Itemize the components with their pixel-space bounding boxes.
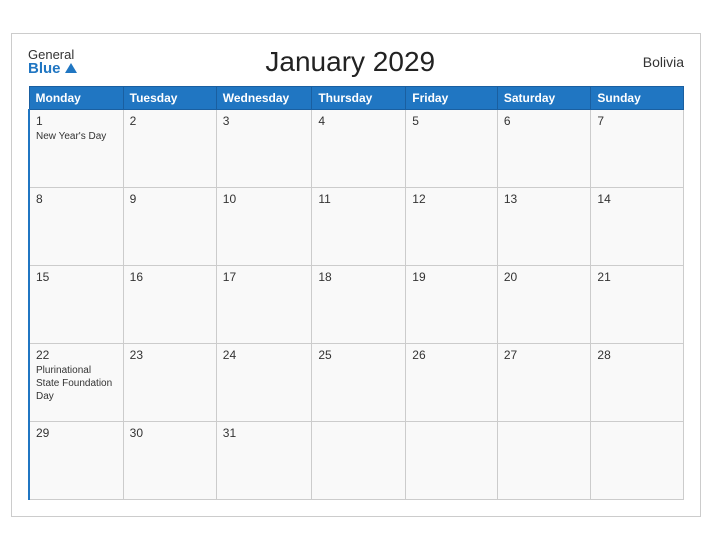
day-number: 9 bbox=[130, 192, 210, 206]
logo-triangle-icon bbox=[65, 63, 77, 73]
week-row-1: 1 New Year's Day 234567 bbox=[29, 110, 684, 188]
calendar-cell: 8 bbox=[29, 188, 123, 266]
logo: General Blue bbox=[28, 48, 77, 76]
calendar-cell: 18 bbox=[312, 266, 406, 344]
calendar-cell: 20 bbox=[497, 266, 591, 344]
day-number: 31 bbox=[223, 426, 306, 440]
day-number: 13 bbox=[504, 192, 585, 206]
day-number: 15 bbox=[36, 270, 117, 284]
calendar-cell: 19 bbox=[406, 266, 498, 344]
weekday-header-saturday: Saturday bbox=[497, 87, 591, 110]
day-number: 14 bbox=[597, 192, 677, 206]
day-number: 4 bbox=[318, 114, 399, 128]
day-number: 29 bbox=[36, 426, 117, 440]
day-number: 26 bbox=[412, 348, 491, 362]
calendar-cell: 14 bbox=[591, 188, 684, 266]
calendar-cell: 31 bbox=[216, 422, 312, 500]
calendar-cell: 5 bbox=[406, 110, 498, 188]
day-number: 11 bbox=[318, 192, 399, 206]
day-number: 30 bbox=[130, 426, 210, 440]
day-number: 5 bbox=[412, 114, 491, 128]
day-event: Plurinational State Foundation Day bbox=[36, 364, 117, 403]
day-number: 25 bbox=[318, 348, 399, 362]
calendar-cell bbox=[591, 422, 684, 500]
day-number: 12 bbox=[412, 192, 491, 206]
day-number: 27 bbox=[504, 348, 585, 362]
calendar-cell: 23 bbox=[123, 344, 216, 422]
calendar-cell: 13 bbox=[497, 188, 591, 266]
calendar-cell: 22 Plurinational State Foundation Day bbox=[29, 344, 123, 422]
calendar-cell: 3 bbox=[216, 110, 312, 188]
day-number: 2 bbox=[130, 114, 210, 128]
weekday-header-row: MondayTuesdayWednesdayThursdayFridaySatu… bbox=[29, 87, 684, 110]
calendar-cell: 25 bbox=[312, 344, 406, 422]
calendar-cell: 24 bbox=[216, 344, 312, 422]
calendar-wrapper: General Blue January 2029 Bolivia Monday… bbox=[11, 33, 701, 517]
calendar-cell: 28 bbox=[591, 344, 684, 422]
week-row-3: 15 16 17 18 19 20 21 bbox=[29, 266, 684, 344]
calendar-tbody: 1New Year's Day2345678910111213141516171… bbox=[29, 110, 684, 500]
week-row-5: 29 30 31 bbox=[29, 422, 684, 500]
calendar-cell: 29 bbox=[29, 422, 123, 500]
day-number: 17 bbox=[223, 270, 306, 284]
week-row-2: 89 10 11 12 13 14 bbox=[29, 188, 684, 266]
calendar-cell: 21 bbox=[591, 266, 684, 344]
week-row-4: 22 Plurinational State Foundation Day 23 24… bbox=[29, 344, 684, 422]
calendar-cell bbox=[406, 422, 498, 500]
day-number: 24 bbox=[223, 348, 306, 362]
weekday-header-monday: Monday bbox=[29, 87, 123, 110]
day-number: 16 bbox=[130, 270, 210, 284]
weekday-header-sunday: Sunday bbox=[591, 87, 684, 110]
day-number: 19 bbox=[412, 270, 491, 284]
calendar-title: January 2029 bbox=[77, 46, 624, 78]
weekday-header-wednesday: Wednesday bbox=[216, 87, 312, 110]
calendar-grid: MondayTuesdayWednesdayThursdayFridaySatu… bbox=[28, 86, 684, 500]
calendar-cell bbox=[497, 422, 591, 500]
day-number: 8 bbox=[36, 192, 117, 206]
calendar-cell: 27 bbox=[497, 344, 591, 422]
calendar-cell: 1 New Year's Day bbox=[29, 110, 123, 188]
calendar-cell: 16 bbox=[123, 266, 216, 344]
calendar-country: Bolivia bbox=[624, 54, 684, 70]
day-number: 21 bbox=[597, 270, 677, 284]
calendar-cell: 12 bbox=[406, 188, 498, 266]
calendar-cell: 10 bbox=[216, 188, 312, 266]
calendar-cell: 17 bbox=[216, 266, 312, 344]
weekday-header-thursday: Thursday bbox=[312, 87, 406, 110]
day-number: 22 bbox=[36, 348, 117, 362]
day-event: New Year's Day bbox=[36, 130, 117, 143]
calendar-cell: 6 bbox=[497, 110, 591, 188]
calendar-cell: 2 bbox=[123, 110, 216, 188]
day-number: 20 bbox=[504, 270, 585, 284]
day-number: 6 bbox=[504, 114, 585, 128]
calendar-cell: 11 bbox=[312, 188, 406, 266]
calendar-cell: 7 bbox=[591, 110, 684, 188]
weekday-header-friday: Friday bbox=[406, 87, 498, 110]
calendar-cell: 4 bbox=[312, 110, 406, 188]
weekday-header-tuesday: Tuesday bbox=[123, 87, 216, 110]
day-number: 3 bbox=[223, 114, 306, 128]
calendar-cell: 30 bbox=[123, 422, 216, 500]
day-number: 28 bbox=[597, 348, 677, 362]
calendar-cell: 9 bbox=[123, 188, 216, 266]
logo-blue-text: Blue bbox=[28, 61, 77, 76]
calendar-cell: 26 bbox=[406, 344, 498, 422]
calendar-thead: MondayTuesdayWednesdayThursdayFridaySatu… bbox=[29, 87, 684, 110]
calendar-header: General Blue January 2029 Bolivia bbox=[28, 46, 684, 78]
day-number: 23 bbox=[130, 348, 210, 362]
day-number: 18 bbox=[318, 270, 399, 284]
calendar-cell bbox=[312, 422, 406, 500]
calendar-cell: 15 bbox=[29, 266, 123, 344]
day-number: 7 bbox=[597, 114, 677, 128]
day-number: 10 bbox=[223, 192, 306, 206]
day-number: 1 bbox=[36, 114, 117, 128]
